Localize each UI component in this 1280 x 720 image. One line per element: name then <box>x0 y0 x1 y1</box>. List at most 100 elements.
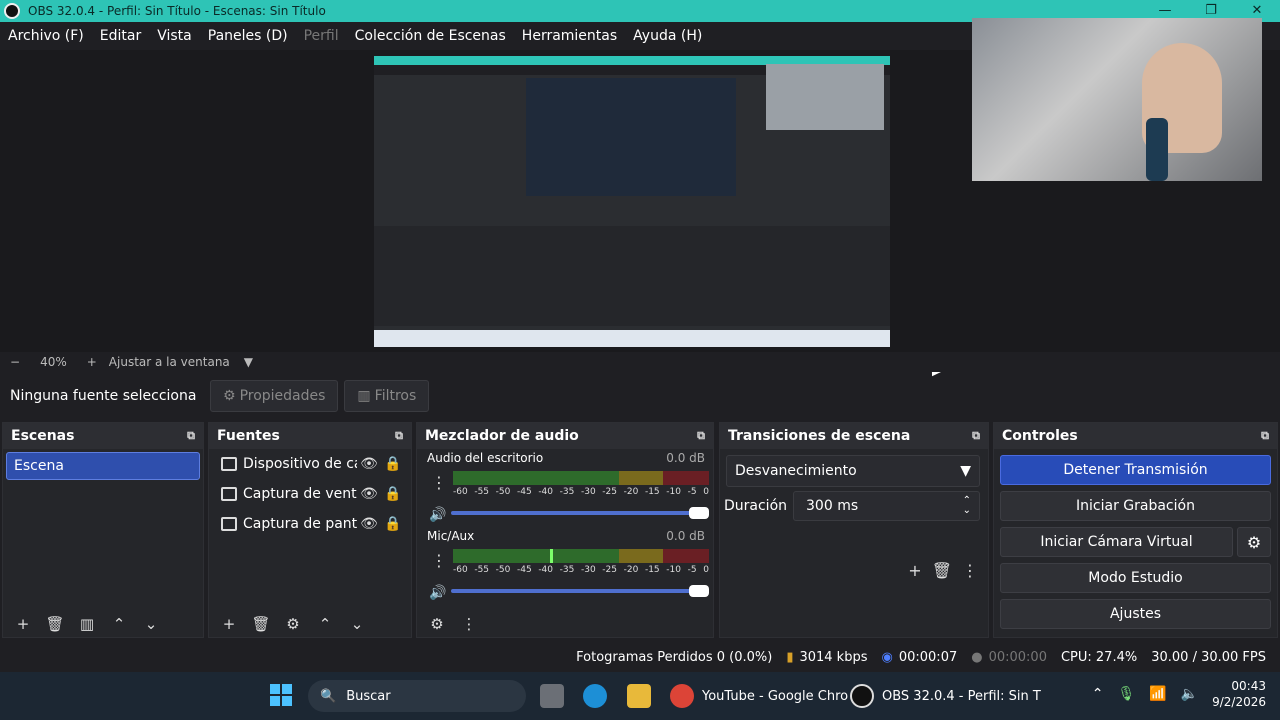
eye-icon[interactable]: 👁 <box>357 486 381 502</box>
scale-tick: -25 <box>602 565 617 575</box>
menu-edit[interactable]: Editar <box>92 28 149 44</box>
slider-knob[interactable] <box>689 507 709 519</box>
windows-start-icon[interactable] <box>270 684 292 706</box>
filters-label: Filtros <box>374 388 417 404</box>
properties-button[interactable]: ⚙ Propiedades <box>210 380 339 412</box>
trash-icon[interactable]: 🗑 <box>932 561 952 580</box>
volume-icon[interactable]: 🔈 <box>1181 686 1198 702</box>
menu-view[interactable]: Vista <box>149 28 200 44</box>
add-icon[interactable]: + <box>213 615 245 633</box>
zoom-out-button[interactable]: − <box>10 355 20 369</box>
add-icon[interactable]: + <box>7 615 39 633</box>
scale-tick: -50 <box>495 487 511 497</box>
chevron-up-icon[interactable]: ⌃ <box>1092 686 1104 702</box>
scene-item[interactable]: Escena <box>6 452 200 480</box>
scale-tick: -35 <box>559 487 575 497</box>
taskbar-obs[interactable]: OBS 32.0.4 - Perfil: Sin T <box>850 684 1041 708</box>
file-explorer-icon[interactable] <box>627 684 651 708</box>
mixer-toolbar: ⚙ ⋮ <box>417 611 713 637</box>
start-recording-button[interactable]: Iniciar Grabación <box>1000 491 1271 521</box>
menu-help[interactable]: Ayuda (H) <box>625 28 710 44</box>
scale-tick: -10 <box>666 487 681 497</box>
scale-tick: -10 <box>666 565 681 575</box>
scale-tick: -30 <box>580 565 596 575</box>
scale-tick: -55 <box>474 487 490 497</box>
menu-docks[interactable]: Paneles (D) <box>200 28 296 44</box>
transitions-body: Desvanecimiento ▼ Duración 300 ms ⌃ ⌄ + 🗑… <box>720 455 988 619</box>
wifi-icon[interactable]: 📶 <box>1149 686 1166 702</box>
filter-icon[interactable]: ▥ <box>71 615 103 633</box>
clock[interactable]: 00:43 9/2/2026 <box>1212 678 1266 710</box>
undock-icon[interactable]: ⧉ <box>1261 429 1269 443</box>
meter-scale: -60 -55 -50 -45 -40 -35 -30 -25 -20 -15 -10 -5 0 <box>453 565 709 575</box>
chevron-up-icon[interactable]: ⌃ <box>309 615 341 633</box>
lock-icon[interactable]: 🔒 <box>381 456 405 472</box>
microphone-icon[interactable]: 🎙 <box>1117 686 1135 702</box>
microphone-icon <box>1146 118 1168 181</box>
menu-file[interactable]: Archivo (F) <box>0 28 92 44</box>
trash-icon[interactable]: 🗑 <box>245 615 277 633</box>
transition-select[interactable]: Desvanecimiento ▼ <box>726 455 980 487</box>
source-item[interactable]: Dispositivo de cap 👁 🔒 <box>209 449 411 479</box>
more-icon[interactable]: ⋮ <box>962 561 978 580</box>
undock-icon[interactable]: ⧉ <box>697 429 705 443</box>
lock-icon[interactable]: 🔒 <box>381 486 405 502</box>
menu-profile[interactable]: Perfil <box>296 28 347 44</box>
eye-icon[interactable]: 👁 <box>357 456 381 472</box>
sources-toolbar: + 🗑 ⚙ ⌃ ⌄ <box>209 611 411 637</box>
sources-list: Dispositivo de cap 👁 🔒 Captura de ventan… <box>209 449 411 613</box>
source-item[interactable]: Captura de ventan 👁 🔒 <box>209 479 411 509</box>
preview-canvas[interactable] <box>374 56 890 347</box>
menu-scene-collection[interactable]: Colección de Escenas <box>347 28 514 44</box>
volume-slider[interactable] <box>451 507 709 519</box>
spin-arrows-icon[interactable]: ⌃ ⌄ <box>963 496 971 516</box>
gear-icon[interactable]: ⚙ <box>277 615 309 633</box>
clock-date: 9/2/2026 <box>1212 695 1266 709</box>
undock-icon[interactable]: ⧉ <box>187 429 195 443</box>
duration-input[interactable]: 300 ms ⌃ ⌄ <box>793 491 980 521</box>
more-icon[interactable]: ⋮ <box>453 615 485 633</box>
settings-button[interactable]: Ajustes <box>1000 599 1271 629</box>
zoom-in-button[interactable]: + <box>87 355 97 369</box>
windows-taskbar: 🔍 Buscar YouTube - Google Chro OBS 32.0.… <box>0 672 1280 720</box>
add-icon[interactable]: + <box>908 561 921 580</box>
scale-tick: -35 <box>559 565 575 575</box>
trash-icon[interactable]: 🗑 <box>39 615 71 633</box>
zoom-fit-label[interactable]: Ajustar a la ventana <box>109 355 230 369</box>
virtual-camera-settings-button[interactable]: ⚙ <box>1237 527 1271 557</box>
scale-tick: -20 <box>623 565 639 575</box>
chevron-down-icon[interactable]: ⌄ <box>135 615 167 633</box>
chevron-up-icon[interactable]: ⌃ <box>103 615 135 633</box>
level-indicator <box>550 549 554 563</box>
stop-streaming-button[interactable]: Detener Transmisión <box>1000 455 1271 485</box>
lock-icon[interactable]: 🔒 <box>381 516 405 532</box>
speaker-icon[interactable]: 🔊 <box>429 585 446 601</box>
transition-toolbar: + 🗑 ⋮ <box>908 561 978 580</box>
slider-knob[interactable] <box>689 585 709 597</box>
stream-time: 00:00:07 <box>898 649 958 665</box>
taskbar-search[interactable]: 🔍 Buscar <box>308 680 526 712</box>
menu-tools[interactable]: Herramientas <box>514 28 625 44</box>
undock-icon[interactable]: ⧉ <box>972 429 980 443</box>
speaker-icon[interactable]: 🔊 <box>429 507 446 523</box>
gear-icon[interactable]: ⚙ <box>421 615 453 633</box>
eye-icon[interactable]: 👁 <box>357 516 381 532</box>
undock-icon[interactable]: ⧉ <box>395 429 403 443</box>
duration-row: Duración 300 ms ⌃ ⌄ <box>724 491 980 521</box>
volume-slider[interactable] <box>451 585 709 597</box>
chevron-down-icon[interactable]: ⌄ <box>341 615 373 633</box>
transition-value: Desvanecimiento <box>735 463 857 479</box>
scale-tick: -55 <box>474 565 490 575</box>
start-virtual-camera-button[interactable]: Iniciar Cámara Virtual <box>1000 527 1233 557</box>
system-tray: ⌃ 🎙 📶 🔈 00:43 9/2/2026 <box>1092 678 1266 710</box>
taskbar-chrome[interactable]: YouTube - Google Chro <box>670 684 848 708</box>
more-icon[interactable]: ⋮ <box>431 473 447 492</box>
filters-button[interactable]: ▥ Filtros <box>344 380 430 412</box>
source-item[interactable]: Captura de pantall 👁 🔒 <box>209 509 411 539</box>
edge-icon[interactable] <box>583 684 607 708</box>
chevron-down-icon[interactable]: ▼ <box>244 355 253 369</box>
more-icon[interactable]: ⋮ <box>431 551 447 570</box>
studio-mode-button[interactable]: Modo Estudio <box>1000 563 1271 593</box>
status-bar: Fotogramas Perdidos 0 (0.0%) ▮ 3014 kbps… <box>0 644 1280 670</box>
task-view-icon[interactable] <box>540 684 564 708</box>
